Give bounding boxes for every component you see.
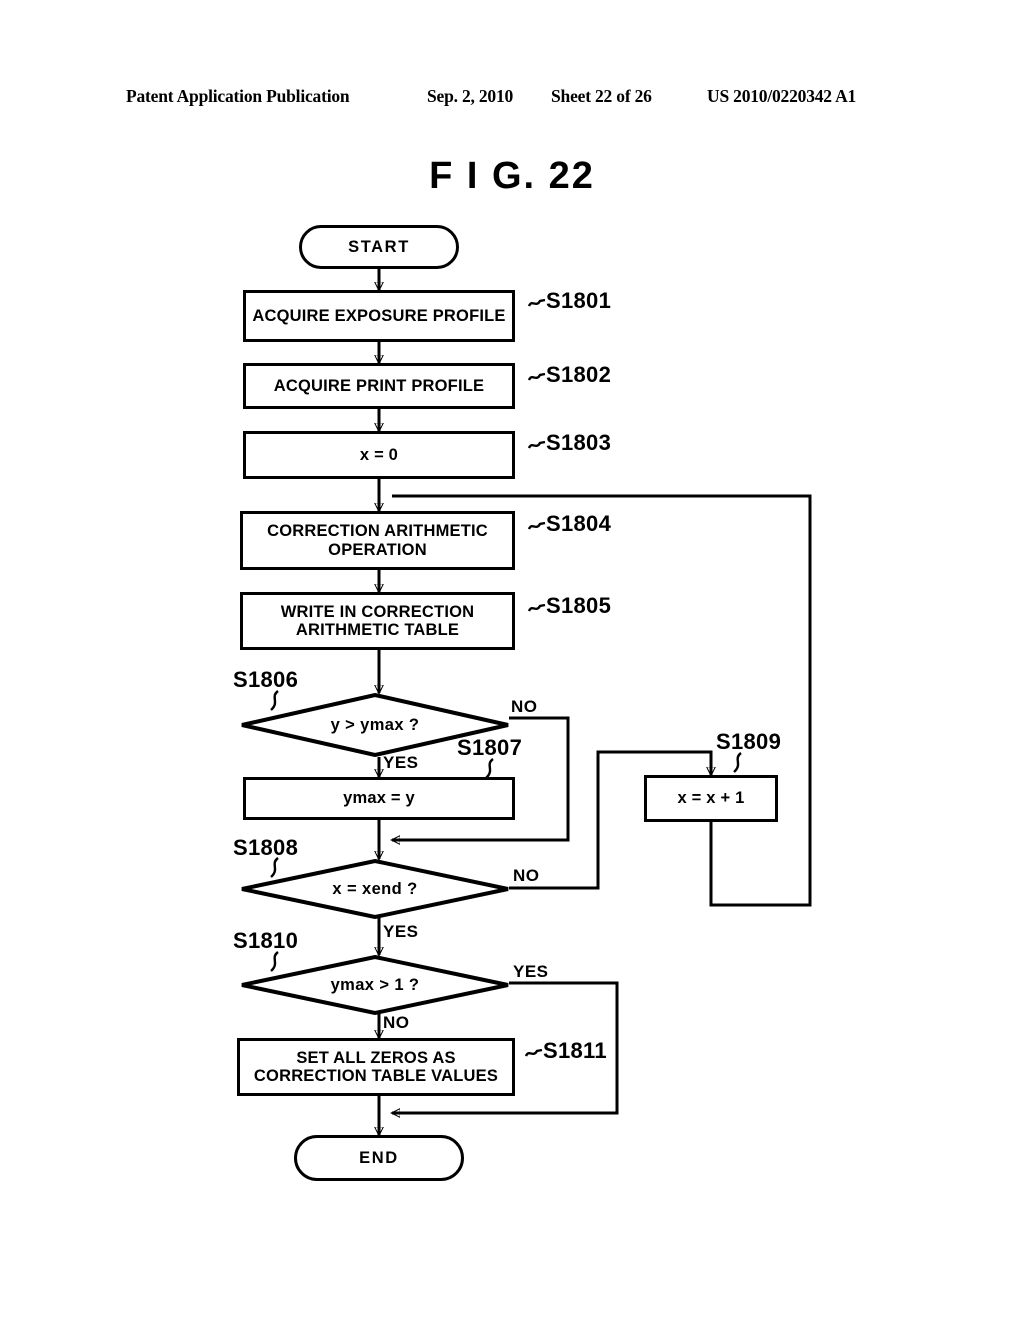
node-set-all-zeros: SET ALL ZEROS AS CORRECTION TABLE VALUES <box>237 1038 515 1096</box>
node-end: END <box>294 1135 464 1181</box>
node-s1809-label: x = x + 1 <box>677 789 745 808</box>
node-s1811-label: SET ALL ZEROS AS CORRECTION TABLE VALUES <box>253 1048 499 1085</box>
node-s1803-label: x = 0 <box>359 445 399 464</box>
node-s1804-label: CORRECTION ARITHMETIC OPERATION <box>267 522 488 559</box>
branch-label-s1806-yes: YES <box>383 753 419 772</box>
step-label-s1801: S1801 <box>527 288 611 314</box>
step-leader-s1806 <box>270 690 279 711</box>
step-leader-s1807 <box>485 758 494 779</box>
node-s1802-label: ACQUIRE PRINT PROFILE <box>273 376 485 395</box>
step-label-s1811: S1811 <box>524 1038 607 1064</box>
tilde-leader-icon <box>527 521 546 530</box>
step-label-s1804: S1804 <box>527 511 611 537</box>
step-leader-s1809 <box>733 752 742 773</box>
node-x-increment: x = x + 1 <box>644 775 778 822</box>
node-acquire-print-profile: ACQUIRE PRINT PROFILE <box>243 363 515 409</box>
tilde-leader-icon <box>524 1048 543 1057</box>
node-acquire-exposure-profile: ACQUIRE EXPOSURE PROFILE <box>243 290 515 342</box>
flowchart-connectors <box>0 268 812 1320</box>
node-end-label: END <box>359 1148 399 1167</box>
node-start: START <box>299 225 459 269</box>
node-start-label: START <box>348 237 410 256</box>
branch-label-s1810-no: NO <box>383 1013 410 1032</box>
step-leader-s1808 <box>270 857 279 878</box>
step-label-s1805: S1805 <box>527 593 611 619</box>
tilde-leader-icon <box>527 440 546 449</box>
branch-label-s1806-no: NO <box>511 697 538 716</box>
tilde-leader-icon <box>527 372 546 381</box>
node-s1801-label: ACQUIRE EXPOSURE PROFILE <box>252 306 506 325</box>
step-label-s1802: S1802 <box>527 362 611 388</box>
branch-label-s1808-no: NO <box>513 866 540 885</box>
node-ymax-equals-y: ymax = y <box>243 777 515 820</box>
tilde-leader-icon <box>527 603 546 612</box>
node-write-in-correction-arithmetic-table: WRITE IN CORRECTION ARITHMETIC TABLE <box>240 592 515 650</box>
flowchart: START ACQUIRE EXPOSURE PROFILE S1801 ACQ… <box>0 0 1024 1320</box>
node-x-equals-zero: x = 0 <box>243 431 515 479</box>
node-correction-arithmetic-operation: CORRECTION ARITHMETIC OPERATION <box>240 511 515 570</box>
node-s1805-label: WRITE IN CORRECTION ARITHMETIC TABLE <box>280 602 475 639</box>
tilde-leader-icon <box>527 298 546 307</box>
step-label-s1803: S1803 <box>527 430 611 456</box>
branch-label-s1810-yes: YES <box>513 962 549 981</box>
branch-label-s1808-yes: YES <box>383 922 419 941</box>
step-leader-s1810 <box>270 951 279 972</box>
node-s1807-label: ymax = y <box>343 789 415 808</box>
